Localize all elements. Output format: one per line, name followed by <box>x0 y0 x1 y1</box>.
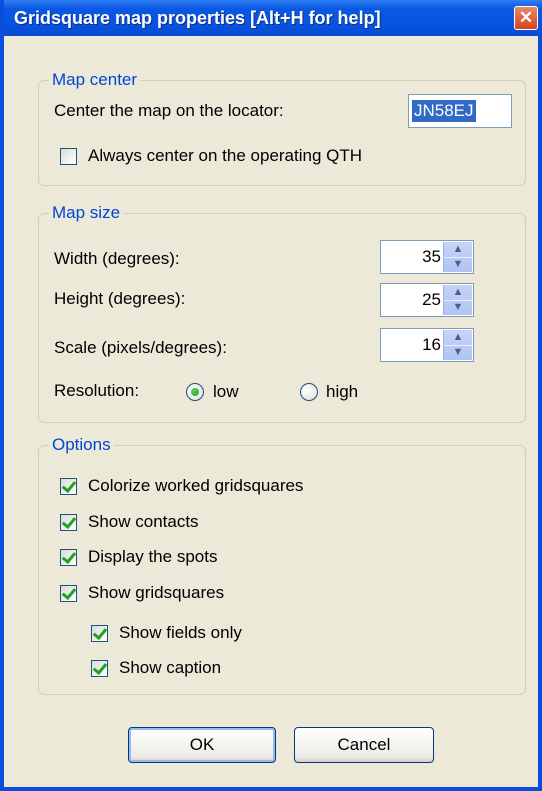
width-label: Width (degrees): <box>54 249 180 268</box>
spin-up-icon[interactable]: ▲ <box>444 330 472 346</box>
spin-down-icon[interactable]: ▼ <box>444 300 472 315</box>
spin-up-icon[interactable]: ▲ <box>444 242 472 258</box>
spin-down-icon[interactable]: ▼ <box>444 345 472 360</box>
spin-down-icon[interactable]: ▼ <box>444 257 472 272</box>
scale-value[interactable]: 16 <box>422 335 441 355</box>
close-icon[interactable]: ✕ <box>514 6 538 30</box>
show-contacts-label[interactable]: Show contacts <box>88 512 199 532</box>
width-spinner[interactable]: 35 ▲ ▼ <box>380 240 474 274</box>
map-center-legend: Map center <box>52 70 138 89</box>
map-size-legend: Map size <box>52 203 121 222</box>
locator-value: JN58EJ <box>412 100 476 122</box>
window-title: Gridsquare map properties [Alt+H for hel… <box>14 8 381 28</box>
always-center-checkbox[interactable] <box>60 148 77 165</box>
height-spinner[interactable]: 25 ▲ ▼ <box>380 283 474 317</box>
always-center-label[interactable]: Always center on the operating QTH <box>88 146 362 166</box>
options-legend: Options <box>52 435 111 454</box>
display-spots-label[interactable]: Display the spots <box>88 547 217 567</box>
cancel-button[interactable]: Cancel <box>294 727 434 763</box>
show-caption-checkbox[interactable] <box>91 660 108 677</box>
show-fields-only-label[interactable]: Show fields only <box>119 623 242 643</box>
locator-input[interactable]: JN58EJ <box>408 94 512 128</box>
colorize-checkbox[interactable] <box>60 478 77 495</box>
scale-spinner[interactable]: 16 ▲ ▼ <box>380 328 474 362</box>
width-value[interactable]: 35 <box>422 247 441 267</box>
ok-button[interactable]: OK <box>128 727 276 763</box>
display-spots-checkbox[interactable] <box>60 549 77 566</box>
width-spin-arrows[interactable]: ▲ ▼ <box>443 242 472 272</box>
height-value[interactable]: 25 <box>422 290 441 310</box>
scale-spin-arrows[interactable]: ▲ ▼ <box>443 330 472 360</box>
locator-label: Center the map on the locator: <box>54 101 284 120</box>
map-center-group: Map center <box>38 70 526 186</box>
show-gridsquares-label[interactable]: Show gridsquares <box>88 583 224 603</box>
height-label: Height (degrees): <box>54 289 186 308</box>
show-contacts-checkbox[interactable] <box>60 514 77 531</box>
resolution-high-label[interactable]: high <box>326 382 358 402</box>
spin-up-icon[interactable]: ▲ <box>444 285 472 301</box>
title-bar[interactable]: Gridsquare map properties [Alt+H for hel… <box>4 0 542 36</box>
show-gridsquares-checkbox[interactable] <box>60 585 77 602</box>
resolution-low-label[interactable]: low <box>213 382 239 402</box>
dialog-window: Gridsquare map properties [Alt+H for hel… <box>0 0 542 791</box>
colorize-label[interactable]: Colorize worked gridsquares <box>88 476 303 496</box>
show-caption-label[interactable]: Show caption <box>119 658 221 678</box>
resolution-low-radio[interactable] <box>186 383 204 401</box>
resolution-high-radio[interactable] <box>300 383 318 401</box>
show-fields-only-checkbox[interactable] <box>91 625 108 642</box>
resolution-label: Resolution: <box>54 381 140 400</box>
scale-label: Scale (pixels/degrees): <box>54 338 227 357</box>
height-spin-arrows[interactable]: ▲ ▼ <box>443 285 472 315</box>
